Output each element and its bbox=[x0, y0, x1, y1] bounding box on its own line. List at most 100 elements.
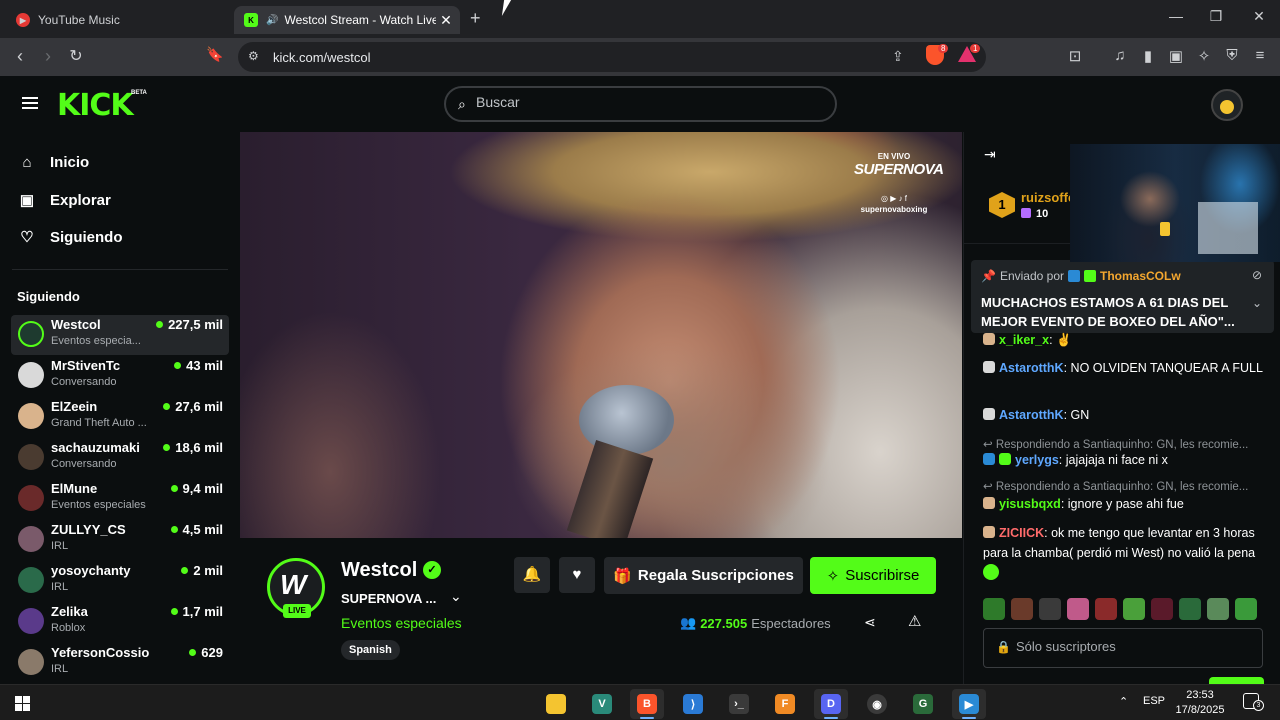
reply-context[interactable]: ↩ Respondiendo a Santiaquinho: GN, les r… bbox=[983, 479, 1273, 493]
clock[interactable]: 23:53 17/8/2025 bbox=[1172, 688, 1228, 718]
emote-icon[interactable] bbox=[1123, 598, 1145, 620]
channel-zelika[interactable]: Zelika Roblox 1,7 mil bbox=[11, 602, 229, 642]
hide-pinned-icon[interactable]: ⊘ bbox=[1252, 268, 1262, 282]
live-dot-icon bbox=[156, 321, 164, 328]
nav-explorar[interactable]: ▣ Explorar bbox=[18, 188, 111, 212]
channel-sachauzumaki[interactable]: sachauzumaki Conversando 18,6 mil bbox=[11, 438, 229, 478]
nav-inicio[interactable]: ⌂ Inicio bbox=[18, 150, 89, 174]
maximize-icon[interactable]: ❐ bbox=[1201, 8, 1231, 25]
emote-icon[interactable] bbox=[1179, 598, 1201, 620]
vscode-icon[interactable]: ⟩ bbox=[676, 689, 710, 719]
viewer-count: 227,5 mil bbox=[156, 317, 223, 332]
new-tab-icon[interactable]: + bbox=[470, 8, 481, 29]
emote-icon[interactable] bbox=[1151, 598, 1173, 620]
minimize-icon[interactable]: — bbox=[1161, 8, 1191, 24]
url-field[interactable]: ⚙ kick.com/westcol ⇪ bbox=[238, 42, 986, 72]
tab-youtube-music[interactable]: ▶ YouTube Music bbox=[8, 6, 228, 34]
wallet-icon[interactable]: ▣ bbox=[1165, 47, 1187, 65]
home-icon: ⌂ bbox=[22, 153, 32, 171]
forward-icon[interactable]: › bbox=[36, 46, 60, 67]
chat-username[interactable]: yisusbqxd bbox=[999, 497, 1061, 511]
nav-siguiendo[interactable]: ♡ Siguiendo bbox=[18, 225, 122, 249]
back-icon[interactable]: ‹ bbox=[8, 46, 32, 67]
chat-username[interactable]: x_iker_x bbox=[999, 333, 1049, 347]
user-avatar[interactable] bbox=[1211, 89, 1243, 121]
channel-yosoychanty[interactable]: yosoychanty IRL 2 mil bbox=[11, 561, 229, 601]
share-icon[interactable]: ⋖ bbox=[864, 614, 876, 631]
discord-icon[interactable]: D bbox=[814, 689, 848, 719]
chevron-up-icon[interactable]: ⌃ bbox=[1119, 695, 1128, 708]
vpn-icon[interactable]: ⛨ bbox=[1221, 47, 1243, 64]
channel-yefersoncossio[interactable]: YefersonCossio IRL 629 bbox=[11, 643, 229, 683]
follow-button[interactable]: ♥ bbox=[559, 557, 595, 593]
chevron-down-icon[interactable]: ⌄ bbox=[450, 588, 462, 605]
gift-subs-button[interactable]: 🎁 Regala Suscripciones bbox=[604, 557, 803, 594]
close-window-icon[interactable]: ✕ bbox=[1244, 8, 1274, 25]
report-icon[interactable]: ⚠ bbox=[908, 612, 921, 630]
close-tab-icon[interactable]: ✕ bbox=[436, 12, 456, 29]
logitech-icon[interactable]: G bbox=[906, 689, 940, 719]
emote-icon[interactable] bbox=[1039, 598, 1061, 620]
brave-browser-icon[interactable]: B bbox=[630, 689, 664, 719]
chat-input[interactable] bbox=[996, 639, 1246, 654]
emote-icon[interactable] bbox=[1067, 598, 1089, 620]
sparkle-icon: ✧ bbox=[826, 567, 840, 585]
channel-category: Roblox bbox=[51, 622, 86, 634]
emote-icon: ✌ bbox=[1056, 333, 1072, 347]
music-icon[interactable]: ♫ bbox=[1109, 47, 1131, 64]
chevron-down-icon[interactable]: ⌄ bbox=[1252, 296, 1262, 310]
menu-icon[interactable]: ≡ bbox=[1249, 47, 1271, 64]
tab-westcol-stream[interactable]: K 🔊 Westcol Stream - Watch Live on Kick … bbox=[234, 6, 460, 34]
stream-category[interactable]: Eventos especiales bbox=[341, 615, 462, 631]
language-indicator[interactable]: ESP bbox=[1143, 695, 1165, 707]
pinned-by: 📌 Enviado por ThomasCOLw bbox=[981, 269, 1181, 283]
channel-zullyy-cs[interactable]: ZULLYY_CS IRL 4,5 mil bbox=[11, 520, 229, 560]
video-player[interactable]: EN VIVO SUPERNOVA ◎ ▶ ♪ f supernovaboxin… bbox=[240, 132, 962, 538]
streamer-name[interactable]: Westcol bbox=[341, 559, 417, 582]
media-player-icon[interactable]: ▶ bbox=[952, 689, 986, 719]
obs-icon[interactable]: ◉ bbox=[860, 689, 894, 719]
chat-input-box[interactable]: 🔒 bbox=[983, 628, 1263, 668]
reply-context[interactable]: ↩ Respondiendo a Santiaquinho: GN, les r… bbox=[983, 437, 1273, 451]
avatar bbox=[18, 526, 44, 552]
veracrypt-icon[interactable]: V bbox=[585, 689, 619, 719]
windows-start-icon[interactable] bbox=[15, 696, 30, 711]
channel-elzeein[interactable]: ElZeein Grand Theft Auto ... 27,6 mil bbox=[11, 397, 229, 437]
chat-username[interactable]: AstarotthK bbox=[999, 361, 1064, 375]
kick-logo[interactable]: KICK bbox=[57, 88, 134, 123]
file-explorer-icon[interactable] bbox=[539, 689, 573, 719]
leo-ai-icon[interactable]: ✧ bbox=[1193, 47, 1215, 65]
pinned-message[interactable]: 📌 Enviado por ThomasCOLw ⊘ MUCHACHOS EST… bbox=[971, 260, 1274, 333]
gift-leaderboard-item[interactable]: 1 ruizsoffe 10 bbox=[964, 176, 1075, 242]
channel-name: Westcol bbox=[51, 317, 101, 332]
cast-icon[interactable]: ⊡ bbox=[1064, 47, 1086, 65]
reload-icon[interactable]: ↻ bbox=[64, 46, 88, 66]
fl-studio-icon[interactable]: F bbox=[768, 689, 802, 719]
chat-username[interactable]: ZICIICK bbox=[999, 526, 1044, 540]
chat-username[interactable]: yerlygs bbox=[1015, 453, 1059, 467]
emote-icon[interactable] bbox=[1235, 598, 1257, 620]
channel-westcol[interactable]: Westcol Eventos especia... 227,5 mil bbox=[11, 315, 229, 355]
share-page-icon[interactable]: ⇪ bbox=[892, 48, 904, 65]
subscribe-button[interactable]: ✧ Suscribirse bbox=[810, 557, 936, 594]
channel-elmune[interactable]: ElMune Eventos especiales 9,4 mil bbox=[11, 479, 229, 519]
emote-icon[interactable] bbox=[983, 598, 1005, 620]
terminal-icon[interactable]: ›_ bbox=[722, 689, 756, 719]
channel-mrstiventc[interactable]: MrStivenTc Conversando 43 mil bbox=[11, 356, 229, 396]
search-box[interactable]: ⌕ bbox=[444, 86, 837, 122]
sidebar-icon[interactable]: ▮ bbox=[1137, 47, 1159, 65]
pinned-by-label: Enviado por bbox=[999, 269, 1064, 283]
chat-username[interactable]: AstarotthK bbox=[999, 408, 1064, 422]
emote-icon[interactable] bbox=[1207, 598, 1229, 620]
notification-count: 3 bbox=[1253, 700, 1264, 711]
language-tag[interactable]: Spanish bbox=[341, 640, 400, 660]
search-input[interactable] bbox=[476, 94, 816, 110]
emote-icon[interactable] bbox=[1011, 598, 1033, 620]
site-settings-icon[interactable]: ⚙ bbox=[248, 49, 259, 63]
collapse-chat-icon[interactable]: ⇥ bbox=[984, 146, 996, 163]
notification-bell-button[interactable]: 🔔 bbox=[514, 557, 550, 593]
emote-icon[interactable] bbox=[1095, 598, 1117, 620]
pinned-user[interactable]: ThomasCOLw bbox=[1100, 269, 1181, 283]
bookmark-icon[interactable]: 🔖 bbox=[203, 46, 227, 63]
hamburger-menu-icon[interactable] bbox=[22, 97, 38, 109]
